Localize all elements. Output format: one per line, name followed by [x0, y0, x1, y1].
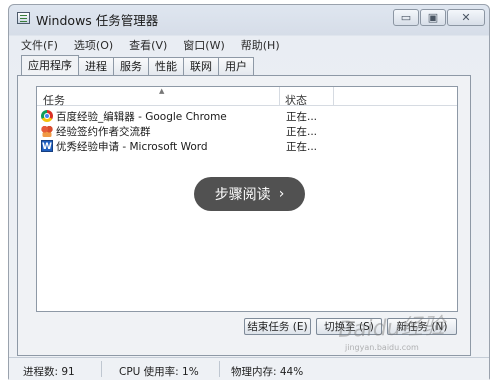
menu-help[interactable]: 帮助(H) — [231, 34, 286, 52]
tab-users[interactable]: 用户 — [218, 57, 254, 75]
column-divider[interactable] — [279, 87, 280, 105]
window-title: Windows 任务管理器 — [36, 13, 159, 28]
list-item[interactable]: 经验签约作者交流群 正在... — [41, 124, 317, 138]
word-icon: W — [41, 140, 53, 152]
tab-networking[interactable]: 联网 — [183, 57, 219, 75]
menu-window[interactable]: 窗口(W) — [173, 34, 230, 52]
column-divider[interactable] — [333, 87, 334, 105]
list-item[interactable]: W 优秀经验申请 - Microsoft Word 正在... — [41, 139, 317, 153]
task-name: 百度经验_编辑器 - Google Chrome — [56, 110, 227, 123]
title-bar[interactable]: Windows 任务管理器 ▭ ▣ ✕ — [9, 5, 489, 31]
column-status[interactable]: 状态 — [285, 92, 307, 108]
status-divider — [219, 361, 220, 377]
task-name: 经验签约作者交流群 — [56, 125, 151, 138]
maximize-button[interactable]: ▣ — [420, 9, 446, 26]
chrome-icon — [41, 110, 53, 122]
tab-applications[interactable]: 应用程序 — [21, 55, 79, 75]
task-status: 正在... — [286, 125, 318, 138]
tab-processes[interactable]: 进程 — [78, 57, 114, 75]
task-name: 优秀经验申请 - Microsoft Word — [56, 140, 208, 153]
menu-file[interactable]: 文件(F) — [11, 34, 64, 52]
maximize-icon: ▣ — [427, 11, 439, 24]
menu-view[interactable]: 查看(V) — [119, 34, 173, 52]
column-task[interactable]: 任务 — [43, 92, 65, 108]
task-status: 正在... — [286, 140, 318, 153]
minimize-icon: ▭ — [400, 11, 412, 24]
end-task-button[interactable]: 结束任务 (E) — [244, 318, 311, 335]
menu-options[interactable]: 选项(O) — [64, 34, 119, 52]
qq-group-icon — [41, 125, 53, 137]
sort-ascending-icon: ▲ — [159, 87, 165, 95]
chevron-right-icon: › — [278, 186, 285, 202]
list-header: 任务 ▲ 状态 — [37, 87, 457, 108]
task-manager-app-icon — [17, 12, 30, 24]
menu-bar: 文件(F) 选项(O) 查看(V) 窗口(W) 帮助(H) — [11, 34, 487, 52]
switch-to-button[interactable]: 切换至 (S) — [316, 318, 382, 335]
close-icon: ✕ — [461, 11, 471, 24]
step-reading-label: 步骤阅读 — [214, 187, 271, 203]
task-status: 正在... — [286, 110, 318, 123]
list-item[interactable]: 百度经验_编辑器 - Google Chrome 正在... — [41, 109, 317, 123]
memory-usage: 物理内存: 44% — [231, 366, 304, 378]
step-reading-button[interactable]: 步骤阅读 › — [194, 177, 305, 211]
tab-strip: 应用程序 进程 服务 性能 联网 用户 — [21, 55, 254, 76]
minimize-button[interactable]: ▭ — [393, 9, 419, 26]
tab-performance[interactable]: 性能 — [148, 57, 184, 75]
close-button[interactable]: ✕ — [447, 9, 485, 26]
tab-services[interactable]: 服务 — [113, 57, 149, 75]
status-divider — [101, 361, 102, 377]
status-bar: 进程数: 91 CPU 使用率: 1% 物理内存: 44% — [9, 357, 489, 380]
cpu-usage: CPU 使用率: 1% — [119, 366, 199, 378]
process-count: 进程数: 91 — [23, 366, 75, 378]
new-task-button[interactable]: 新任务 (N) — [387, 318, 457, 335]
